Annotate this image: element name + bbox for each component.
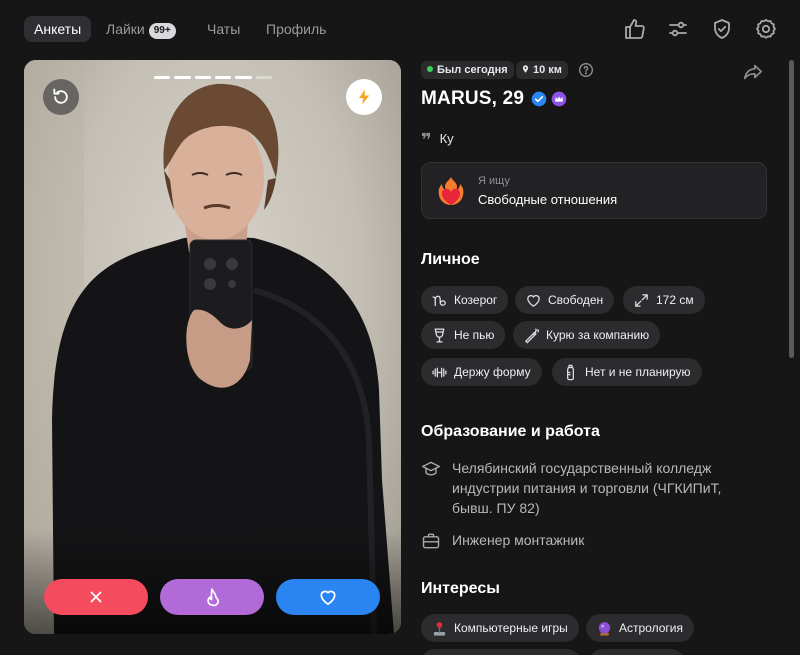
dislike-button[interactable] (44, 579, 148, 615)
profile-name-age: MARUS, 29 (421, 88, 525, 109)
interest-tag-partial (421, 649, 581, 655)
last-seen-text: Был сегодня (437, 64, 508, 76)
help-icon[interactable] (578, 62, 594, 78)
seeking-card: Я ищу Свободные отношения (421, 162, 767, 219)
cigarette-icon (524, 327, 540, 343)
tag-alcohol-label: Не пью (454, 328, 495, 342)
profile-photo-card[interactable] (24, 60, 401, 634)
tag-alcohol: Не пью (421, 321, 506, 349)
tab-likes-label: Лайки (106, 21, 145, 37)
last-seen-badge: Был сегодня (421, 61, 514, 79)
personal-section-title: Личное (421, 251, 480, 268)
interest-tag: Компьютерные игры (421, 614, 579, 642)
tag-zodiac-label: Козерог (454, 293, 498, 307)
like-button[interactable] (276, 579, 380, 615)
tag-smoking: Курю за компанию (513, 321, 661, 349)
capricorn-icon (432, 295, 446, 306)
bio-text: Ку (439, 131, 454, 146)
briefcase-icon (422, 533, 440, 549)
thumbs-up-icon[interactable] (623, 17, 647, 41)
profile-photo (24, 60, 401, 634)
gear-icon[interactable] (754, 17, 778, 41)
quote-icon: ❞ (421, 130, 432, 150)
photo-progress-segment (235, 76, 252, 79)
job-text: Инженер монтажник (452, 532, 585, 548)
tab-chats[interactable]: Чаты (207, 16, 240, 42)
heart-on-fire-icon (438, 177, 464, 205)
shield-check-icon[interactable] (710, 17, 734, 41)
seeking-label: Я ищу (478, 175, 510, 187)
tag-fitness-label: Держу форму (454, 365, 531, 379)
tab-profiles-label: Анкеты (34, 21, 82, 37)
baby-bottle-icon (567, 364, 574, 380)
rewind-button[interactable] (43, 79, 79, 115)
tab-profile[interactable]: Профиль (266, 16, 326, 42)
verified-icon (531, 91, 547, 107)
tag-relationship-label: Свободен (548, 293, 604, 307)
joystick-icon (433, 621, 446, 636)
crystal-ball-icon (598, 621, 611, 636)
tab-likes[interactable]: Лайки 99+ (106, 16, 176, 42)
superlike-button[interactable] (160, 579, 264, 615)
photo-progress-segment (174, 76, 191, 79)
premium-crown-icon (551, 91, 567, 107)
scrollbar-thumb[interactable] (789, 60, 794, 358)
tag-fitness: Держу форму (421, 358, 542, 386)
online-status-dot (427, 66, 433, 72)
graduation-cap-icon (421, 461, 441, 476)
photo-progress-segment (214, 76, 232, 79)
tab-chats-label: Чаты (207, 21, 241, 37)
interest-tag: Астрология (586, 614, 694, 642)
location-pin-icon (522, 65, 529, 73)
lightning-icon (358, 89, 370, 105)
photo-progress-indicator (154, 76, 272, 79)
tag-smoking-label: Курю за компанию (546, 328, 650, 342)
tag-children: Нет и не планирую (552, 358, 702, 386)
photo-progress-segment (154, 76, 171, 79)
close-icon (90, 591, 102, 603)
bio-quote: ❞ Ку (421, 130, 454, 151)
education-text: Челябинский государственный колледж инду… (452, 460, 722, 516)
photo-progress-segment (255, 76, 272, 79)
glass-icon (434, 327, 445, 343)
interest-label: Астрология (619, 621, 683, 635)
tag-height: 172 см (623, 286, 705, 314)
tab-profiles[interactable]: Анкеты (24, 16, 92, 42)
top-navigation: Анкеты Лайки 99+ Чаты Профиль (0, 0, 800, 58)
rewind-icon (53, 88, 68, 104)
tab-profile-label: Профиль (266, 21, 327, 37)
interest-label: Компьютерные игры (454, 621, 568, 635)
education-section-title: Образование и работа (421, 423, 600, 440)
dumbbell-icon (432, 367, 447, 377)
share-icon[interactable] (742, 61, 764, 83)
boost-button[interactable] (346, 79, 382, 115)
interests-section-title: Интересы (421, 580, 500, 597)
photo-progress-segment (194, 76, 211, 79)
likes-count-badge: 99+ (148, 23, 176, 39)
height-icon (635, 293, 648, 307)
tag-height-label: 172 см (656, 293, 694, 307)
sliders-icon[interactable] (666, 17, 690, 41)
interest-tag-partial (589, 649, 685, 655)
tag-zodiac: Козерог (421, 286, 509, 314)
tag-children-label: Нет и не планирую (585, 365, 691, 379)
heart-icon (320, 590, 336, 605)
distance-text: 10 км (533, 64, 562, 76)
flame-icon (207, 588, 219, 607)
tag-relationship: Свободен (515, 286, 615, 314)
distance-badge: 10 км (516, 61, 568, 79)
seeking-value: Свободные отношения (478, 192, 618, 207)
heart-outline-icon (527, 294, 540, 307)
